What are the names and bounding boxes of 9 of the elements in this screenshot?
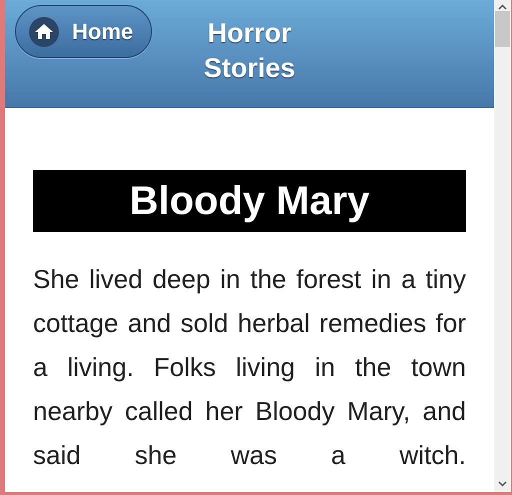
home-icon (28, 16, 60, 48)
scroll-up-icon[interactable] (498, 4, 507, 10)
story-title: Bloody Mary (33, 170, 466, 232)
page-title: Horror Stories (202, 17, 296, 85)
story-text: She lived deep in the forest in a tiny cottage and sold herbal remedies for a living. Folks living in the town nearby called her Bloody Mary, and said she was a witch. (33, 263, 466, 472)
scrollbar-thumb[interactable] (495, 11, 510, 47)
scrollbar[interactable] (494, 0, 511, 492)
scroll-down-icon[interactable] (498, 481, 507, 487)
home-button[interactable]: Home (15, 5, 152, 58)
